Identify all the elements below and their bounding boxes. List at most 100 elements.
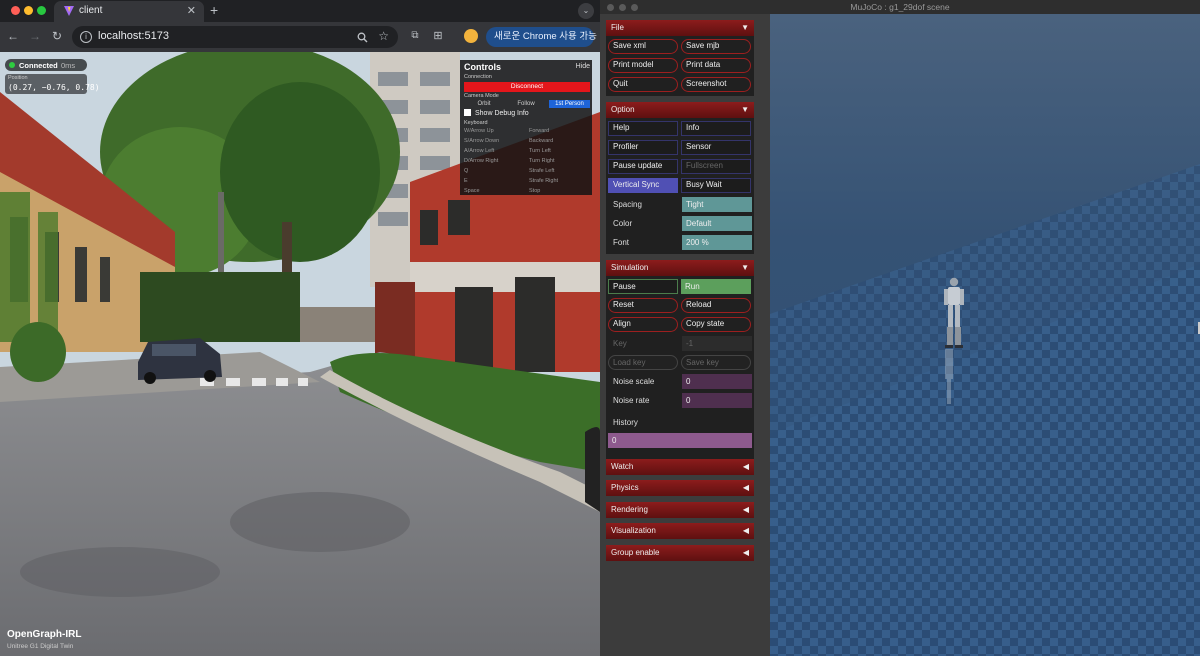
mujoco-window: MuJoCo : g1_29dof scene File ▼ Save xml … bbox=[600, 0, 1200, 656]
minimize-window-button[interactable] bbox=[24, 6, 33, 15]
save-key-button[interactable]: Save key bbox=[681, 355, 751, 370]
browser-tab[interactable]: client ✕ bbox=[54, 1, 204, 22]
debug-label: Show Debug Info bbox=[475, 110, 529, 117]
print-data-button[interactable]: Print data bbox=[681, 58, 751, 73]
back-icon[interactable]: ← bbox=[6, 29, 20, 43]
key-name: A/Arrow Left bbox=[464, 148, 495, 154]
controls-panel: Controls Hide Connection Disconnect Came… bbox=[460, 60, 592, 195]
camera-1st-person-button[interactable]: 1st Person bbox=[549, 100, 590, 108]
screenshot-button[interactable]: Screenshot bbox=[681, 77, 751, 92]
run-button[interactable]: Run bbox=[681, 279, 751, 294]
section-title: Rendering bbox=[611, 505, 648, 514]
tab-strip: client ✕ + ⌄ bbox=[0, 0, 600, 22]
load-key-button[interactable]: Load key bbox=[608, 355, 678, 370]
expand-arrow-icon: ◀ bbox=[742, 462, 749, 471]
key-name: E bbox=[464, 178, 468, 184]
position-value: (0.27, −0.76, 0.78) bbox=[8, 82, 100, 92]
section-title: File bbox=[611, 23, 624, 32]
address-bar[interactable]: i localhost:5173 ☆ bbox=[72, 26, 398, 48]
help-toggle[interactable]: Help bbox=[608, 121, 678, 136]
history-label: History bbox=[613, 418, 638, 427]
more-menu-icon[interactable]: ⋮ bbox=[579, 27, 589, 47]
key-label: Key bbox=[613, 339, 627, 348]
profile-avatar[interactable] bbox=[464, 29, 478, 43]
section-physics-header[interactable]: Physics ◀ bbox=[606, 480, 754, 496]
camera-orbit-button[interactable]: Orbit bbox=[464, 100, 504, 108]
info-toggle[interactable]: Info bbox=[681, 121, 751, 136]
latency-label: 0ms bbox=[61, 60, 76, 70]
camera-follow-button[interactable]: Follow bbox=[506, 100, 546, 108]
save-mjb-button[interactable]: Save mjb bbox=[681, 39, 751, 54]
spacing-label: Spacing bbox=[613, 200, 642, 209]
tab-search-icon[interactable]: ⌄ bbox=[578, 3, 594, 19]
vertical-sync-toggle[interactable]: Vertical Sync bbox=[608, 178, 678, 193]
url-text[interactable]: localhost:5173 bbox=[98, 30, 169, 42]
browser-toolbar: ← → ↻ i localhost:5173 ☆ ⧉ ⊞ 새로운 Chrome … bbox=[0, 22, 600, 52]
bookmark-star-icon[interactable]: ☆ bbox=[378, 29, 389, 43]
font-select[interactable]: 200 % bbox=[682, 235, 752, 250]
chrome-update-button[interactable]: 새로운 Chrome 사용 가능 ⋮ bbox=[486, 27, 597, 47]
profiler-toggle[interactable]: Profiler bbox=[608, 140, 678, 155]
status-label: Connected bbox=[19, 60, 58, 70]
disconnect-button[interactable]: Disconnect bbox=[464, 82, 590, 92]
extension-icon[interactable]: ⧉ bbox=[408, 29, 422, 43]
copy-state-button[interactable]: Copy state bbox=[681, 317, 751, 332]
web-viewport[interactable]: Connected 0ms Position (0.27, −0.76, 0.7… bbox=[0, 52, 600, 656]
mujoco-window-title: MuJoCo : g1_29dof scene bbox=[850, 1, 950, 12]
site-info-icon[interactable]: i bbox=[80, 31, 92, 43]
debug-checkbox[interactable] bbox=[464, 109, 471, 116]
pause-button[interactable]: Pause bbox=[608, 279, 678, 294]
noise-rate-input[interactable]: 0 bbox=[682, 393, 752, 408]
zoom-icon[interactable] bbox=[357, 32, 368, 43]
key-action: Forward bbox=[529, 128, 550, 134]
mujoco-ui-panel: File ▼ Save xml Save mjb Print model Pri… bbox=[600, 14, 770, 656]
noise-scale-label: Noise scale bbox=[613, 377, 655, 386]
expand-arrow-icon: ◀ bbox=[742, 548, 749, 557]
section-file-header[interactable]: File ▼ bbox=[606, 20, 754, 36]
color-select[interactable]: Default bbox=[682, 216, 752, 231]
section-visualization-header[interactable]: Visualization ◀ bbox=[606, 523, 754, 539]
noise-scale-input[interactable]: 0 bbox=[682, 374, 752, 389]
hide-controls-button[interactable]: Hide bbox=[576, 63, 590, 70]
quit-button[interactable]: Quit bbox=[608, 77, 678, 92]
close-tab-icon[interactable]: ✕ bbox=[187, 4, 196, 17]
reload-button[interactable]: Reload bbox=[681, 298, 751, 313]
section-option-header[interactable]: Option ▼ bbox=[606, 102, 754, 118]
pause-update-toggle[interactable]: Pause update bbox=[608, 159, 678, 174]
section-title: Simulation bbox=[611, 263, 649, 272]
key-slider[interactable]: -1 bbox=[682, 336, 752, 351]
align-button[interactable]: Align bbox=[608, 317, 678, 332]
section-group-enable-header[interactable]: Group enable ◀ bbox=[606, 545, 754, 561]
section-title: Physics bbox=[611, 483, 639, 492]
connection-label: Connection bbox=[464, 74, 492, 80]
history-slider[interactable]: 0 bbox=[608, 433, 752, 448]
key-action: Turn Left bbox=[529, 148, 551, 154]
collapse-arrow-icon: ▼ bbox=[741, 23, 749, 32]
key-action: Strafe Left bbox=[529, 168, 555, 174]
save-xml-button[interactable]: Save xml bbox=[608, 39, 678, 54]
fullscreen-toggle[interactable]: Fullscreen bbox=[681, 159, 751, 174]
section-rendering-header[interactable]: Rendering ◀ bbox=[606, 502, 754, 518]
reload-icon[interactable]: ↻ bbox=[50, 29, 64, 43]
new-tab-icon[interactable]: + bbox=[210, 2, 218, 18]
mujoco-titlebar: MuJoCo : g1_29dof scene bbox=[600, 0, 1200, 14]
spacing-select[interactable]: Tight bbox=[682, 197, 752, 212]
reset-button[interactable]: Reset bbox=[608, 298, 678, 313]
section-simulation-body: Pause Run Reset Reload Align Copy state … bbox=[606, 276, 754, 466]
sensor-toggle[interactable]: Sensor bbox=[681, 140, 751, 155]
simulation-viewport[interactable] bbox=[770, 14, 1200, 656]
position-readout: Position (0.27, −0.76, 0.78) bbox=[5, 74, 100, 94]
expand-arrow-icon: ◀ bbox=[742, 526, 749, 535]
expand-arrow-icon: ◀ bbox=[742, 505, 749, 514]
maximize-window-button[interactable] bbox=[37, 6, 46, 15]
busy-wait-toggle[interactable]: Busy Wait bbox=[681, 178, 751, 193]
puzzle-icon[interactable]: ⊞ bbox=[431, 29, 445, 43]
section-watch-header[interactable]: Watch ◀ bbox=[606, 459, 754, 475]
section-simulation-header[interactable]: Simulation ▼ bbox=[606, 260, 754, 276]
close-window-button[interactable] bbox=[11, 6, 20, 15]
debug-toggle[interactable]: Show Debug Info bbox=[464, 109, 529, 117]
key-action: Turn Right bbox=[529, 158, 555, 164]
print-model-button[interactable]: Print model bbox=[608, 58, 678, 73]
vite-icon bbox=[64, 6, 74, 16]
forward-icon[interactable]: → bbox=[28, 29, 42, 43]
